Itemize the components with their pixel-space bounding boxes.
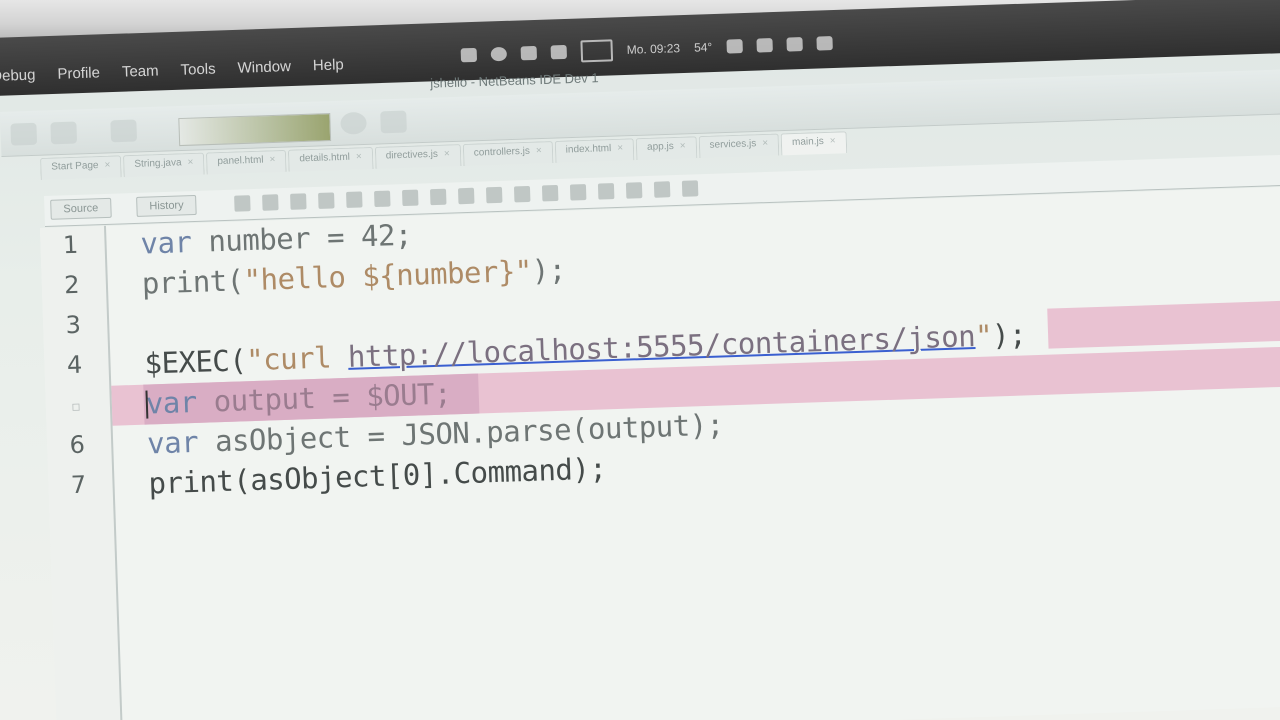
close-icon[interactable]: × <box>762 138 768 149</box>
code-token: ); <box>991 317 1027 353</box>
find-previous-icon[interactable] <box>346 191 363 208</box>
tab-label: controllers.js <box>473 145 531 159</box>
close-icon[interactable]: × <box>680 141 686 152</box>
line-number: 4 <box>66 350 83 380</box>
source-tab[interactable]: Source <box>50 197 112 220</box>
code-token: $EXEC( <box>143 343 247 381</box>
line-number: 1 <box>62 230 79 260</box>
shift-left-icon[interactable] <box>541 184 559 202</box>
line-number: ▫ <box>70 398 81 416</box>
stop-macro-icon[interactable] <box>625 182 643 199</box>
tab-directives-js[interactable]: directives.js × <box>374 144 462 169</box>
forward-icon[interactable] <box>290 193 307 210</box>
line-number: 7 <box>70 470 87 500</box>
window-title: jshello - NetBeans IDE Dev 1 <box>430 70 599 91</box>
tab-label: app.js <box>646 140 674 153</box>
tab-label: main.js <box>791 136 824 149</box>
code-token: ); <box>531 252 567 288</box>
close-icon[interactable]: × <box>444 148 450 159</box>
tab-label: index.html <box>565 143 612 156</box>
close-icon[interactable]: × <box>356 151 362 162</box>
run-icon[interactable] <box>10 122 38 146</box>
tab-label: String.java <box>134 157 182 170</box>
history-tab[interactable]: History <box>136 194 197 217</box>
clock[interactable]: Mo. 09:23 <box>627 41 681 57</box>
network-icon[interactable] <box>725 39 743 54</box>
debug-icon[interactable] <box>50 121 78 145</box>
profile-icon[interactable] <box>110 119 138 143</box>
toggle-bookmark-icon[interactable] <box>513 185 531 203</box>
close-icon[interactable]: × <box>187 157 193 168</box>
tab-controllers-js[interactable]: controllers.js × <box>462 141 554 166</box>
uncomment-icon[interactable] <box>681 180 699 197</box>
code-keyword: var <box>140 224 193 261</box>
line-number: 3 <box>65 310 82 340</box>
screen: Debug Profile Team Tools Window Help Mo.… <box>0 0 1280 720</box>
code-token: print( <box>141 263 245 301</box>
wifi-icon[interactable] <box>815 36 833 51</box>
code-keyword: var <box>145 384 198 421</box>
prev-bookmark-icon[interactable] <box>457 187 475 205</box>
close-icon[interactable]: × <box>269 154 275 165</box>
cloud-icon[interactable] <box>520 45 538 61</box>
browser-icon[interactable] <box>380 110 407 134</box>
find-icon[interactable] <box>318 192 335 209</box>
close-icon[interactable]: × <box>104 160 110 171</box>
tab-string-java[interactable]: String.java × <box>123 152 205 178</box>
tab-start-page[interactable]: Start Page × <box>40 155 122 180</box>
start-macro-icon[interactable] <box>597 183 615 200</box>
code-string: "hello ${number}" <box>243 253 533 298</box>
sync-icon[interactable] <box>490 46 508 62</box>
close-icon[interactable]: × <box>536 145 542 156</box>
last-edit-icon[interactable] <box>234 195 251 212</box>
line-number: 2 <box>63 270 81 300</box>
code-editor[interactable]: 1 var number = 42; 2 print("hello ${numb… <box>40 184 1280 720</box>
toggle-highlight-icon[interactable] <box>402 189 419 207</box>
tab-label: directives.js <box>385 148 439 162</box>
display-icon[interactable] <box>550 44 568 60</box>
temperature: 54° <box>693 40 713 55</box>
close-icon[interactable]: × <box>830 136 836 147</box>
toggle-selection-icon[interactable] <box>429 188 447 206</box>
code-string: " <box>974 318 993 354</box>
line-number: 6 <box>69 430 86 460</box>
tab-main-js[interactable]: main.js × <box>780 131 847 156</box>
battery-icon[interactable] <box>580 39 614 63</box>
close-icon[interactable]: × <box>617 143 623 154</box>
gc-icon[interactable] <box>340 111 367 135</box>
tab-label: details.html <box>299 151 351 165</box>
tab-app-js[interactable]: app.js × <box>635 136 698 161</box>
code-text[interactable]: var number = 42; <box>140 218 412 261</box>
back-icon[interactable] <box>262 194 279 211</box>
tab-panel-html[interactable]: panel.html × <box>206 149 287 175</box>
next-bookmark-icon[interactable] <box>485 186 503 204</box>
tab-label: Start Page <box>51 160 99 173</box>
code-string: "curl <box>245 339 349 378</box>
volume-icon[interactable] <box>755 38 773 53</box>
upload-icon[interactable] <box>460 47 478 63</box>
comment-icon[interactable] <box>653 181 671 198</box>
tab-services-js[interactable]: services.js × <box>698 133 780 159</box>
bluetooth-icon[interactable] <box>785 37 803 52</box>
shift-right-icon[interactable] <box>569 184 587 201</box>
tab-label: services.js <box>709 138 757 151</box>
find-next-icon[interactable] <box>374 190 391 208</box>
editor-tool-icons <box>234 180 699 212</box>
memory-progress-bar <box>178 113 332 147</box>
tab-label: panel.html <box>217 154 264 168</box>
code-token: number = 42; <box>190 217 413 259</box>
tab-index-html[interactable]: index.html × <box>554 138 635 163</box>
tab-details-html[interactable]: details.html × <box>288 146 374 172</box>
code-keyword: var <box>146 424 199 461</box>
